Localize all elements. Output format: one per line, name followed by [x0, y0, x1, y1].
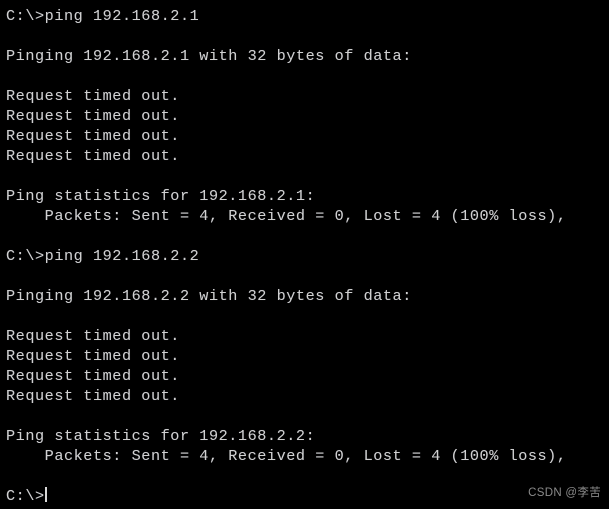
terminal-prompt-line-active[interactable]: C:\>	[6, 486, 609, 506]
terminal-window[interactable]: C:\>ping 192.168.2.1 Pinging 192.168.2.1 …	[0, 0, 609, 509]
terminal-line: Request timed out.	[6, 147, 180, 165]
terminal-line: Request timed out.	[6, 107, 180, 125]
terminal-line: Pinging 192.168.2.1 with 32 bytes of dat…	[6, 47, 412, 65]
terminal-line: Request timed out.	[6, 87, 180, 105]
text-cursor	[44, 487, 47, 502]
terminal-line: Pinging 192.168.2.2 with 32 bytes of dat…	[6, 287, 412, 305]
terminal-line: Request timed out.	[6, 127, 180, 145]
terminal-line: Ping statistics for 192.168.2.1:	[6, 187, 316, 205]
terminal-line: Request timed out.	[6, 347, 180, 365]
prompt-text: C:\>	[6, 487, 45, 505]
terminal-line: Packets: Sent = 4, Received = 0, Lost = …	[6, 447, 567, 465]
terminal-output: C:\>ping 192.168.2.1 Pinging 192.168.2.1 …	[6, 6, 609, 486]
terminal-line: C:\>ping 192.168.2.1	[6, 7, 200, 25]
terminal-line: C:\>ping 192.168.2.2	[6, 247, 200, 265]
terminal-line: Request timed out.	[6, 367, 180, 385]
terminal-line: Request timed out.	[6, 387, 180, 405]
terminal-line: Packets: Sent = 4, Received = 0, Lost = …	[6, 207, 567, 225]
terminal-line: Request timed out.	[6, 327, 180, 345]
terminal-line: Ping statistics for 192.168.2.2:	[6, 427, 316, 445]
